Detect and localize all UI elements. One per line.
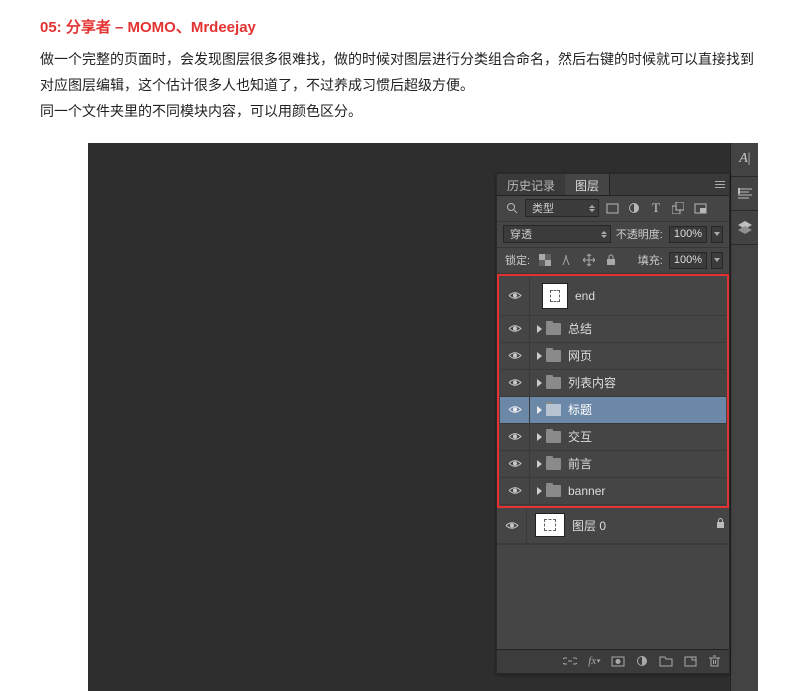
delete-layer-icon[interactable] xyxy=(705,653,723,669)
layer-group-interactive[interactable]: 交互 xyxy=(500,424,726,451)
opacity-slider-toggle[interactable] xyxy=(711,226,723,243)
folder-icon xyxy=(546,485,561,497)
visibility-toggle[interactable] xyxy=(500,397,530,423)
layer-thumbnail xyxy=(542,283,568,309)
filter-type-select[interactable]: 类型 xyxy=(525,199,599,217)
lock-transparent-icon[interactable] xyxy=(536,252,554,268)
fill-slider-toggle[interactable] xyxy=(711,252,723,269)
character-panel-icon[interactable]: A| xyxy=(731,143,758,177)
lock-row: 锁定: 填充: 100% xyxy=(497,248,729,274)
right-icon-bar: A| xyxy=(730,143,758,691)
layer-filter-row: 类型 T xyxy=(497,196,729,222)
article-paragraph-2: 同一个文件夹里的不同模块内容，可以用颜色区分。 xyxy=(40,99,759,125)
expand-toggle[interactable] xyxy=(537,487,542,495)
visibility-toggle[interactable] xyxy=(500,316,530,342)
layer-thumbnail xyxy=(535,513,565,537)
layer-group-list[interactable]: 列表内容 xyxy=(500,370,726,397)
folder-icon xyxy=(546,431,561,443)
expand-toggle[interactable] xyxy=(537,406,542,414)
panel-footer: fx▾ xyxy=(497,649,729,673)
layer-end[interactable]: end xyxy=(500,277,726,316)
layer-name: 标题 xyxy=(568,401,726,418)
layer-name: 前言 xyxy=(568,455,726,472)
visibility-toggle[interactable] xyxy=(500,277,530,315)
lock-label: 锁定: xyxy=(505,252,530,268)
tab-layers[interactable]: 图层 xyxy=(565,174,610,195)
filter-shape-icon[interactable] xyxy=(669,200,687,216)
filter-type-icon[interactable]: T xyxy=(647,200,665,216)
lock-position-icon[interactable] xyxy=(580,252,598,268)
folder-icon xyxy=(546,350,561,362)
article-header: 05: 分享者 – MOMO、Mrdeejay xyxy=(0,0,799,47)
layer-mask-icon[interactable] xyxy=(609,653,627,669)
paragraph-panel-icon[interactable] xyxy=(731,177,758,211)
layer-name: 图层 0 xyxy=(572,517,711,534)
panel-menu-icon[interactable] xyxy=(711,174,729,195)
layer-group-web[interactable]: 网页 xyxy=(500,343,726,370)
panel-tab-bar: 历史记录 图层 xyxy=(497,174,729,196)
layer-list: end 总结 网页 列表内容 xyxy=(497,274,729,649)
layer-name: banner xyxy=(568,484,726,498)
highlighted-group-box: end 总结 网页 列表内容 xyxy=(497,274,729,508)
opacity-label: 不透明度: xyxy=(616,226,663,242)
new-layer-icon[interactable] xyxy=(681,653,699,669)
layer-style-icon[interactable]: fx▾ xyxy=(585,653,603,669)
article-paragraph-1: 做一个完整的页面时，会发现图层很多很难找，做的时候对图层进行分类组合命名，然后右… xyxy=(40,47,759,99)
folder-icon xyxy=(546,458,561,470)
layer-name: 总结 xyxy=(568,320,726,337)
visibility-toggle[interactable] xyxy=(500,424,530,450)
folder-icon xyxy=(546,377,561,389)
visibility-toggle[interactable] xyxy=(500,451,530,477)
layer-group-summary[interactable]: 总结 xyxy=(500,316,726,343)
fill-label: 填充: xyxy=(638,252,663,268)
expand-toggle[interactable] xyxy=(537,379,542,387)
visibility-toggle[interactable] xyxy=(500,478,530,504)
opacity-value[interactable]: 100% xyxy=(669,226,707,243)
layer-lock-indicator xyxy=(711,518,729,532)
layer-background[interactable]: 图层 0 xyxy=(497,508,729,544)
visibility-toggle[interactable] xyxy=(500,343,530,369)
article-body: 做一个完整的页面时，会发现图层很多很难找，做的时候对图层进行分类组合命名，然后右… xyxy=(0,47,799,143)
link-layers-icon[interactable] xyxy=(561,653,579,669)
expand-toggle[interactable] xyxy=(537,325,542,333)
fill-value[interactable]: 100% xyxy=(669,252,707,269)
lock-all-icon[interactable] xyxy=(602,252,620,268)
folder-icon xyxy=(546,323,561,335)
layers-panel: 历史记录 图层 类型 T xyxy=(496,173,730,674)
filter-pixel-icon[interactable] xyxy=(603,200,621,216)
new-group-icon[interactable] xyxy=(657,653,675,669)
folder-icon xyxy=(546,404,561,416)
layer-name: 交互 xyxy=(568,428,726,445)
layer-group-title[interactable]: 标题 xyxy=(500,397,726,424)
layer-name: 列表内容 xyxy=(568,374,726,391)
photoshop-workspace: A| 历史记录 图层 类型 xyxy=(88,143,758,691)
adjustment-layer-icon[interactable] xyxy=(633,653,651,669)
layer-group-preface[interactable]: 前言 xyxy=(500,451,726,478)
blend-mode-select[interactable]: 穿透 xyxy=(503,225,611,243)
layer-name: 网页 xyxy=(568,347,726,364)
tab-history[interactable]: 历史记录 xyxy=(497,174,565,195)
blend-mode-row: 穿透 不透明度: 100% xyxy=(497,222,729,248)
visibility-toggle[interactable] xyxy=(497,508,527,543)
filter-smartobj-icon[interactable] xyxy=(691,200,709,216)
search-icon[interactable] xyxy=(503,200,521,216)
expand-toggle[interactable] xyxy=(537,352,542,360)
layers-dock-icon[interactable] xyxy=(731,211,758,245)
visibility-toggle[interactable] xyxy=(500,370,530,396)
layer-name: end xyxy=(575,289,726,303)
lock-pixels-icon[interactable] xyxy=(558,252,576,268)
layer-group-banner[interactable]: banner xyxy=(500,478,726,505)
expand-toggle[interactable] xyxy=(537,433,542,441)
expand-toggle[interactable] xyxy=(537,460,542,468)
layer-empty-area xyxy=(497,544,729,649)
filter-adjustment-icon[interactable] xyxy=(625,200,643,216)
